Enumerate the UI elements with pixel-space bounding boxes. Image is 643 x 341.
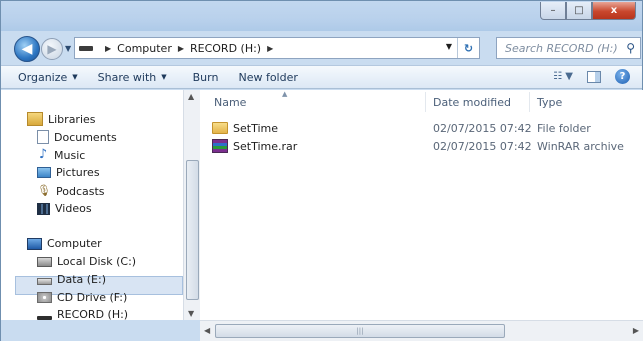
sidebar-item-documents[interactable]: Documents: [37, 130, 117, 144]
chevron-down-icon: ▼: [72, 73, 78, 81]
recent-pages-dropdown[interactable]: ▼: [65, 44, 71, 53]
sidebar-item-cd-drive-f[interactable]: CD Drive (F:): [37, 291, 127, 304]
address-dropdown-icon[interactable]: ▼: [446, 42, 452, 51]
computer-icon: [27, 237, 42, 250]
back-arrow-icon: ◀: [21, 41, 33, 57]
sidebar-item-videos[interactable]: Videos: [37, 202, 92, 215]
scroll-down-icon[interactable]: ▼: [188, 309, 194, 318]
breadcrumb-record-drive[interactable]: RECORD (H:): [190, 42, 261, 55]
preview-pane-button[interactable]: [587, 70, 601, 83]
scroll-right-icon[interactable]: ▶: [633, 326, 639, 335]
cd-drive-icon: [37, 292, 52, 303]
sidebar-item-local-disk-c[interactable]: Local Disk (C:): [37, 255, 136, 268]
view-controls: ☷ ▼ ?: [553, 69, 630, 84]
breadcrumb-chevron-icon[interactable]: ▶: [105, 44, 111, 53]
sidebar-item-data-e[interactable]: Data (E:): [37, 273, 106, 286]
sidebar-item-pictures[interactable]: Pictures: [37, 166, 100, 179]
column-divider[interactable]: [529, 92, 530, 112]
file-list: Name ▲ Date modified Type SetTime 02/07/…: [200, 90, 643, 320]
column-divider[interactable]: [425, 92, 426, 112]
back-button[interactable]: ◀: [14, 36, 40, 62]
file-name: SetTime.rar: [233, 139, 298, 153]
organize-label: Organize: [18, 70, 68, 84]
sidebar-label: Local Disk (C:): [57, 255, 137, 268]
sidebar-label: Music: [54, 148, 86, 162]
column-header-date-modified[interactable]: Date modified: [433, 90, 511, 114]
help-button[interactable]: ?: [615, 69, 630, 84]
breadcrumb-computer[interactable]: Computer: [117, 42, 172, 55]
file-type: WinRAR archive: [537, 139, 624, 153]
breadcrumb-chevron-icon[interactable]: ▶: [178, 44, 184, 53]
explorer-window: – □ x ◀ ▶ ▼ ▶ Computer ▶ RECORD (H:) ▶ ▼…: [0, 0, 643, 341]
minimize-button[interactable]: –: [540, 2, 566, 20]
navigation-bar: ◀ ▶ ▼ ▶ Computer ▶ RECORD (H:) ▶ ▼ ↻ Sea…: [1, 31, 642, 65]
sidebar-scrollbar[interactable]: ▲ ▼: [183, 90, 200, 320]
music-icon: ♪: [38, 147, 48, 162]
organize-button[interactable]: Organize ▼: [1, 71, 88, 84]
folder-icon: [212, 122, 228, 134]
burn-button[interactable]: Burn: [177, 71, 229, 84]
horizontal-scrollbar[interactable]: ◀ ||| ▶: [200, 320, 643, 341]
navigation-pane-footer: [1, 320, 200, 341]
address-bar[interactable]: ▶ Computer ▶ RECORD (H:) ▶ ▼ ↻: [74, 37, 480, 59]
maximize-button[interactable]: □: [566, 2, 592, 20]
sidebar-item-podcasts[interactable]: 🎙 Podcasts: [37, 184, 105, 198]
winrar-icon: [212, 139, 228, 153]
sidebar-item-computer[interactable]: Computer: [27, 237, 102, 250]
sidebar-label: Podcasts: [56, 184, 105, 198]
videos-icon: [37, 202, 50, 215]
search-input[interactable]: Search RECORD (H:) ⚲: [496, 37, 641, 59]
sort-ascending-icon: ▲: [282, 90, 288, 98]
forward-button[interactable]: ▶: [41, 38, 63, 60]
share-with-label: Share with: [97, 70, 157, 84]
sidebar-label: Libraries: [48, 112, 96, 126]
file-name: SetTime: [233, 121, 278, 135]
libraries-icon: [27, 112, 43, 126]
drive-icon: [37, 278, 52, 285]
scroll-up-icon[interactable]: ▲: [188, 92, 194, 101]
search-placeholder: Search RECORD (H:): [505, 41, 618, 55]
share-with-button[interactable]: Share with ▼: [88, 71, 177, 84]
sidebar-label: Pictures: [56, 166, 100, 179]
search-icon[interactable]: ⚲: [626, 41, 635, 55]
breadcrumb-chevron-icon[interactable]: ▶: [267, 44, 273, 53]
local-disk-icon: [37, 256, 52, 267]
sidebar-label: Computer: [47, 237, 102, 250]
navigation-pane: Libraries Documents ♪ Music Pictures 🎙 P…: [1, 90, 183, 321]
file-date: 02/07/2015 07:42: [433, 121, 532, 135]
command-bar: Organize ▼ Share with ▼ Burn New folder ☷ …: [1, 65, 642, 89]
file-row[interactable]: SetTime 02/07/2015 07:42 File folder: [212, 119, 632, 137]
file-row[interactable]: SetTime.rar 02/07/2015 07:42 WinRAR arch…: [212, 137, 632, 155]
refresh-button[interactable]: ↻: [457, 38, 479, 58]
sidebar-label: Videos: [55, 202, 92, 215]
change-view-button[interactable]: ☷ ▼: [553, 71, 573, 82]
forward-arrow-icon: ▶: [47, 42, 57, 56]
column-header-name[interactable]: Name: [214, 90, 246, 114]
column-header-type[interactable]: Type: [537, 90, 562, 114]
file-date: 02/07/2015 07:42: [433, 139, 532, 153]
scroll-left-icon[interactable]: ◀: [204, 326, 210, 335]
file-type: File folder: [537, 121, 591, 135]
pictures-icon: [37, 167, 51, 178]
drive-icon: [79, 45, 93, 51]
sidebar-item-libraries[interactable]: Libraries: [27, 112, 96, 126]
sidebar-label: Documents: [54, 130, 117, 144]
documents-icon: [37, 130, 49, 144]
sidebar-label: Data (E:): [57, 273, 107, 286]
refresh-icon: ↻: [463, 41, 474, 55]
sidebar-scroll-thumb[interactable]: [186, 160, 199, 300]
title-bar[interactable]: – □ x: [1, 1, 642, 31]
removable-drive-icon: [37, 315, 52, 320]
sidebar-label: CD Drive (F:): [57, 291, 128, 304]
caption-buttons: – □ x: [540, 2, 636, 20]
sidebar-item-music[interactable]: ♪ Music: [37, 148, 85, 162]
breadcrumb: ▶ Computer ▶ RECORD (H:) ▶: [99, 42, 279, 55]
chevron-down-icon: ▼: [161, 73, 167, 81]
horizontal-scroll-thumb[interactable]: |||: [215, 324, 505, 338]
view-icon: ☷: [553, 71, 563, 82]
new-folder-button[interactable]: New folder: [228, 71, 307, 84]
close-button[interactable]: x: [592, 2, 636, 20]
podcasts-icon: 🎙: [37, 184, 51, 197]
